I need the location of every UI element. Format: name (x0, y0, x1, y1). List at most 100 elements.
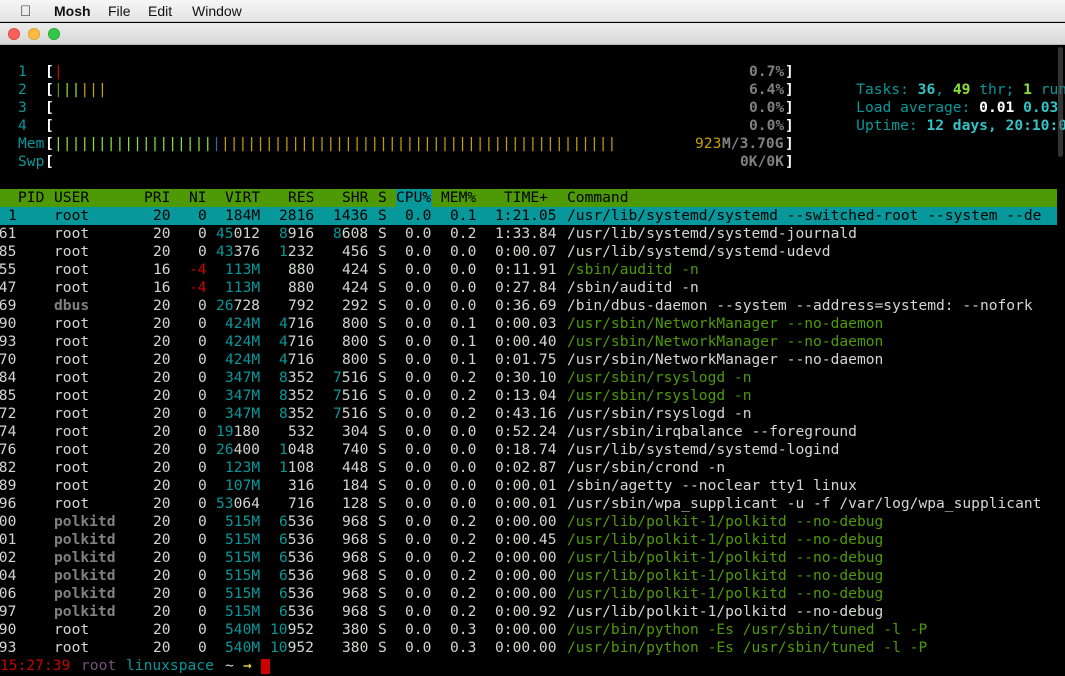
cell-virt: 424M (225, 315, 261, 332)
cursor (261, 659, 270, 674)
cell-pri: 20 (153, 531, 171, 548)
file-menu[interactable]: File (108, 3, 131, 19)
cell-user: polkitd (54, 531, 116, 548)
cell-res: 1108 (279, 459, 315, 476)
cell-command: /usr/sbin/rsyslogd -n (567, 405, 752, 422)
table-row[interactable]: 489 root 20 0 107M 316 184 S 0.0 0.0 0:00.01/sbin/… (0, 477, 1057, 495)
table-row[interactable]: 469 dbus 20 0 26728 792 292 S 0.0 0.0 0:36.69/bin/… (0, 297, 1057, 315)
table-row[interactable]: 470 root 20 0 424M 4716 800 S 0.0 0.1 0:01.75/usr/… (0, 351, 1057, 369)
table-row[interactable]: 501 polkitd 20 0 515M 6536 968 S 0.0 0.2 0:00.45/u… (0, 531, 1057, 549)
col-user[interactable]: USER (54, 189, 89, 207)
cell-shr: 304 (342, 423, 369, 440)
cell-pid: 1 (8, 207, 17, 224)
col-cpu[interactable]: CPU% (396, 189, 432, 207)
table-row[interactable]: 493 root 20 0 424M 4716 800 S 0.0 0.1 0:00.40/usr/… (0, 333, 1057, 351)
col-virt[interactable]: VIRT (225, 189, 260, 207)
table-row[interactable]: 476 root 20 0 26400 1048 740 S 0.0 0.0 0:18.74/usr… (0, 441, 1057, 459)
cell-user: root (54, 315, 90, 332)
table-row[interactable]: 472 root 20 0 347M 8352 7516 S 0.0 0.2 0:43.16/usr… (0, 405, 1057, 423)
cell-state: S (378, 297, 387, 314)
cell-command: /usr/sbin/NetworkManager --no-daemon (567, 315, 884, 332)
col-mem[interactable]: MEM% (441, 189, 476, 207)
close-icon[interactable] (8, 28, 20, 40)
col-pid[interactable]: PID (18, 189, 44, 207)
cell-ni: 0 (198, 495, 207, 512)
cell-cpu: 0.0 (405, 387, 432, 404)
cell-mem: 0.3 (450, 639, 477, 656)
cell-virt: 43376 (216, 243, 260, 260)
cell-ni: 0 (198, 369, 207, 386)
table-row[interactable]: 496 root 20 0 53064 716 128 S 0.0 0.0 0:00.01/usr/… (0, 495, 1057, 513)
col-shr[interactable]: SHR (342, 189, 368, 207)
tasks-summary: Tasks: 36, 49 thr; 1 runni (856, 81, 1065, 98)
cell-command: /usr/bin/python -Es /usr/sbin/tuned -l -… (567, 621, 928, 638)
cell-user: root (54, 639, 90, 656)
cell-ni: 0 (198, 549, 207, 566)
cell-virt: 540M (225, 639, 261, 656)
cell-command: /sbin/auditd -n (567, 261, 699, 278)
minimize-icon[interactable] (28, 28, 40, 40)
table-row[interactable]: 502 polkitd 20 0 515M 6536 968 S 0.0 0.2 0:00.00/u… (0, 549, 1057, 567)
cell-command: /usr/lib/systemd/systemd --switched-root… (567, 207, 1042, 224)
cell-ni: 0 (198, 243, 207, 260)
table-row[interactable]: 500 polkitd 20 0 515M 6536 968 S 0.0 0.2 0:00.00/u… (0, 513, 1057, 531)
scrollbar[interactable] (1058, 47, 1063, 157)
cell-pid: 470 (0, 351, 17, 368)
table-row[interactable]: 455 root 16 -4 113M 880 424 S 0.0 0.0 0:11.91/sbin… (0, 261, 1057, 279)
table-row[interactable]: 482 root 20 0 123M 1108 448 S 0.0 0.0 0:02.87/usr/… (0, 459, 1057, 477)
col-ni[interactable]: NI (189, 189, 207, 207)
shell-prompt[interactable]: 15:27:39 root linuxspace ~ → (0, 657, 270, 675)
table-row[interactable]: 447 root 16 -4 113M 880 424 S 0.0 0.0 0:27.84/sbin… (0, 279, 1057, 297)
table-row[interactable]: 506 polkitd 20 0 515M 6536 968 S 0.0 0.2 0:00.00/u… (0, 585, 1057, 603)
cell-shr: 800 (342, 333, 369, 350)
cell-state: S (378, 477, 387, 494)
cell-shr: 380 (342, 639, 369, 656)
cell-state: S (378, 603, 387, 620)
cell-virt: 123M (225, 459, 261, 476)
table-row[interactable]: 474 root 20 0 19180 532 304 S 0.0 0.0 0:52.24/usr/… (0, 423, 1057, 441)
table-row[interactable]: 485 root 20 0 347M 8352 7516 S 0.0 0.2 0:13.04/usr… (0, 387, 1057, 405)
table-row[interactable]: 890 root 20 0 540M 10952 380 S 0.0 0.3 0:00.00/usr… (0, 621, 1057, 639)
cell-shr: 968 (342, 531, 369, 548)
cell-cpu: 0.0 (405, 261, 432, 278)
cpu-meter-2: 2 [ |||||| 6.4% ] (18, 81, 794, 98)
table-row[interactable]: 361 root 20 0 45012 8916 8608 S 0.0 0.2 1:33.84/us… (0, 225, 1057, 243)
cell-pid: 501 (0, 531, 17, 548)
cell-ni: 0 (198, 207, 207, 224)
cell-cpu: 0.0 (405, 477, 432, 494)
table-row[interactable]: 504 polkitd 20 0 515M 6536 968 S 0.0 0.2 0:00.00/u… (0, 567, 1057, 585)
cell-state: S (378, 261, 387, 278)
col-time[interactable]: TIME+ (504, 189, 548, 207)
col-state[interactable]: S (378, 189, 387, 207)
col-res[interactable]: RES (288, 189, 314, 207)
cell-pid: 893 (0, 639, 17, 656)
window-menu[interactable]: Window (192, 3, 242, 19)
table-row[interactable]: 893 root 20 0 540M 10952 380 S 0.0 0.3 0:00.00/usr… (0, 639, 1057, 657)
col-pri[interactable]: PRI (144, 189, 170, 207)
cell-mem: 0.0 (450, 423, 477, 440)
apple-icon[interactable]:  (20, 3, 31, 20)
terminal-window[interactable]: 1 [ | 0.7% ] 2 [ |||||| 6.4% ] 3 [ 0.0% … (0, 45, 1065, 676)
cell-res: 316 (288, 477, 315, 494)
cell-state: S (378, 585, 387, 602)
table-row[interactable]: 484 root 20 0 347M 8352 7516 S 0.0 0.2 0:30.10/usr… (0, 369, 1057, 387)
table-row[interactable]: 385 root 20 0 43376 1232 456 S 0.0 0.0 0:00.07/usr… (0, 243, 1057, 261)
cell-res: 6536 (279, 567, 315, 584)
edit-menu[interactable]: Edit (148, 3, 172, 19)
cell-command: /usr/sbin/crond -n (567, 459, 726, 476)
cell-pid: 890 (0, 621, 17, 638)
table-row[interactable]: 490 root 20 0 424M 4716 800 S 0.0 0.1 0:00.03/usr/… (0, 315, 1057, 333)
cell-pid: 472 (0, 405, 17, 422)
cell-pri: 20 (153, 423, 171, 440)
cell-user: root (54, 387, 90, 404)
cell-time: 0:00.00 (495, 567, 557, 584)
cell-time: 0:00.07 (495, 243, 557, 260)
cell-virt: 113M (225, 261, 261, 278)
table-row[interactable]: 1 root 20 0 184M 2816 1436 S 0.0 0.1 1:21.05/usr/l… (0, 207, 1057, 225)
app-menu[interactable]: Mosh (54, 3, 91, 19)
table-row[interactable]: 497 polkitd 20 0 515M 6536 968 S 0.0 0.2 0:00.92/u… (0, 603, 1057, 621)
zoom-icon[interactable] (48, 28, 60, 40)
col-command[interactable]: Command (567, 189, 629, 207)
cell-pri: 20 (153, 549, 171, 566)
cell-command: /usr/sbin/NetworkManager --no-daemon (567, 333, 884, 350)
